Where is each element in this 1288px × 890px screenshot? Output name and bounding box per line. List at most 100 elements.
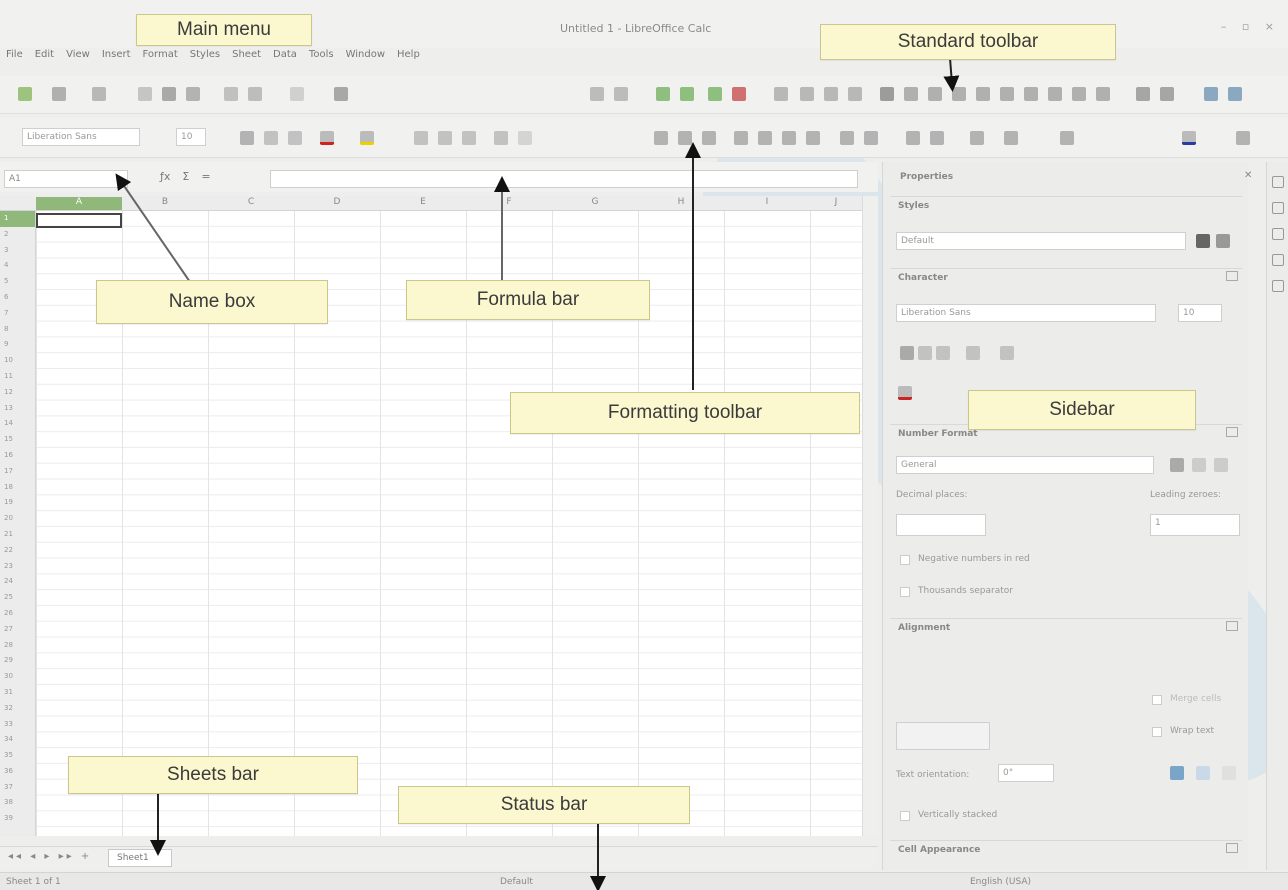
menu-edit[interactable]: Edit [35, 49, 54, 67]
new-style-icon[interactable] [1196, 234, 1210, 248]
row-header[interactable]: 33 [0, 717, 35, 733]
column-header[interactable]: D [294, 197, 380, 207]
row-header[interactable]: 25 [0, 590, 35, 606]
name-box[interactable]: A1 [4, 170, 128, 188]
column-header[interactable]: H [638, 197, 724, 207]
row-header[interactable]: 9 [0, 337, 35, 353]
highlighting-icon[interactable] [360, 131, 374, 145]
toolbar-extra-icon[interactable] [1204, 87, 1218, 101]
autofilter-icon[interactable] [848, 87, 862, 101]
column-header[interactable]: F [466, 197, 552, 207]
print-icon[interactable] [162, 87, 176, 101]
sidebar-currency-icon[interactable] [1170, 458, 1184, 472]
formula-icon[interactable]: = [201, 170, 210, 183]
menu-format[interactable]: Format [143, 49, 178, 67]
center-vertically-icon[interactable] [678, 131, 692, 145]
functions-deck-icon[interactable] [1272, 280, 1284, 292]
merge-cells-checkbox[interactable] [1152, 695, 1162, 705]
border-color-icon[interactable] [1060, 131, 1074, 145]
thousands-separator-checkbox[interactable] [900, 587, 910, 597]
sidebar-number-icon[interactable] [1214, 458, 1228, 472]
new-icon[interactable] [18, 87, 32, 101]
column-header[interactable]: C [208, 197, 294, 207]
row-header[interactable]: 36 [0, 764, 35, 780]
row-header[interactable]: 7 [0, 306, 35, 322]
sort-ascending-icon[interactable] [800, 87, 814, 101]
style-select[interactable]: Default [896, 232, 1186, 250]
row-header[interactable]: 17 [0, 464, 35, 480]
column-header[interactable]: G [552, 197, 638, 207]
headers-footers-icon[interactable] [1024, 87, 1038, 101]
indent-spinner[interactable] [896, 722, 990, 750]
align-left-icon[interactable] [414, 131, 428, 145]
hyperlink-icon[interactable] [976, 87, 990, 101]
menu-help[interactable]: Help [397, 49, 420, 67]
bold-icon[interactable] [240, 131, 254, 145]
chart-icon[interactable] [904, 87, 918, 101]
formula-input[interactable] [270, 170, 858, 188]
row-header[interactable]: 18 [0, 480, 35, 496]
row-header[interactable]: 21 [0, 527, 35, 543]
delete-row-icon[interactable] [708, 87, 722, 101]
row-header[interactable]: 39 [0, 811, 35, 827]
sidebar-font-color-icon[interactable] [898, 386, 912, 400]
row-header[interactable]: 16 [0, 448, 35, 464]
update-style-icon[interactable] [1216, 234, 1230, 248]
special-character-icon[interactable] [952, 87, 966, 101]
align-center-icon[interactable] [438, 131, 452, 145]
menu-data[interactable]: Data [273, 49, 297, 67]
number-format-icon[interactable] [782, 131, 796, 145]
show-draw-functions-icon[interactable] [1136, 87, 1150, 101]
toolbar-extra-icon[interactable] [1160, 87, 1174, 101]
find-replace-icon[interactable] [590, 87, 604, 101]
copy-icon[interactable] [248, 87, 262, 101]
negative-red-checkbox[interactable] [900, 555, 910, 565]
menu-sheet[interactable]: Sheet [232, 49, 261, 67]
row-header[interactable]: 10 [0, 353, 35, 369]
row-header[interactable]: 20 [0, 511, 35, 527]
open-icon[interactable] [52, 87, 66, 101]
freeze-rows-icon[interactable] [1072, 87, 1086, 101]
row-header[interactable]: 27 [0, 622, 35, 638]
row-header[interactable]: 6 [0, 290, 35, 306]
delete-decimal-icon[interactable] [864, 131, 878, 145]
row-icon[interactable] [656, 87, 670, 101]
row-header[interactable]: 15 [0, 432, 35, 448]
wrap-text-checkbox[interactable] [1152, 727, 1162, 737]
row-header[interactable]: 22 [0, 543, 35, 559]
menu-insert[interactable]: Insert [102, 49, 131, 67]
row-header[interactable]: 34 [0, 732, 35, 748]
date-format-icon[interactable] [806, 131, 820, 145]
save-icon[interactable] [92, 87, 106, 101]
row-header[interactable]: 35 [0, 748, 35, 764]
row-header[interactable]: 3 [0, 243, 35, 259]
sort-descending-icon[interactable] [824, 87, 838, 101]
export-pdf-icon[interactable] [138, 87, 152, 101]
orientation-top-icon[interactable] [1196, 766, 1210, 780]
more-options-icon[interactable] [1226, 843, 1238, 853]
toolbar-extra-icon[interactable] [1228, 87, 1242, 101]
row-header[interactable]: 5 [0, 274, 35, 290]
font-color-icon[interactable] [320, 131, 334, 145]
italic-icon[interactable] [264, 131, 278, 145]
image-icon[interactable] [880, 87, 894, 101]
clone-formatting-icon[interactable] [334, 87, 348, 101]
split-window-icon[interactable] [1096, 87, 1110, 101]
merge-cells-icon[interactable] [518, 131, 532, 145]
row-header[interactable]: 38 [0, 795, 35, 811]
vertically-stacked-checkbox[interactable] [900, 811, 910, 821]
gallery-deck-icon[interactable] [1272, 228, 1284, 240]
column-header[interactable]: J [810, 197, 862, 207]
more-options-icon[interactable] [1226, 621, 1238, 631]
align-top-icon[interactable] [654, 131, 668, 145]
row-header[interactable]: 24 [0, 574, 35, 590]
delete-column-icon[interactable] [732, 87, 746, 101]
sidebar-bold-icon[interactable] [900, 346, 914, 360]
cell-appearance-section-header[interactable]: Cell Appearance [890, 840, 1242, 860]
sidebar-strikethrough-icon[interactable] [966, 346, 980, 360]
currency-icon[interactable] [734, 131, 748, 145]
sidebar-shadow-icon[interactable] [1000, 346, 1014, 360]
sidebar-underline-icon[interactable] [936, 346, 950, 360]
percent-icon[interactable] [758, 131, 772, 145]
background-color-icon[interactable] [1182, 131, 1196, 145]
